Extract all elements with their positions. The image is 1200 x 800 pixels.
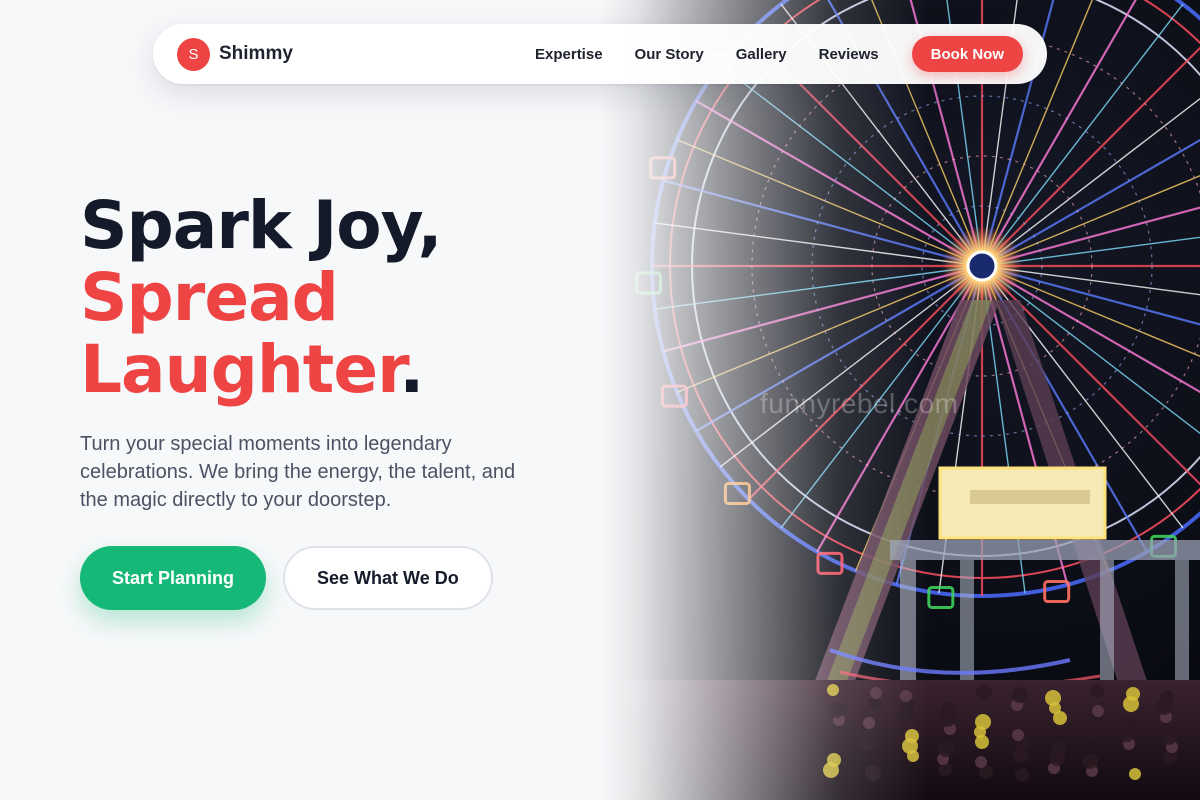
nav-links: Expertise Our Story Gallery Reviews <box>535 46 879 63</box>
brand-name: Shimmy <box>219 43 293 64</box>
headline-line-1: Spark Joy, <box>80 187 443 264</box>
nav-link-expertise[interactable]: Expertise <box>535 46 603 63</box>
nav-link-our-story[interactable]: Our Story <box>635 46 704 63</box>
hero-headline: Spark Joy, Spread Laughter. <box>80 187 443 406</box>
brand-logo-link[interactable]: S Shimmy <box>177 37 293 71</box>
hero-image-ferris-wheel: funnyrebel.com <box>600 0 1200 800</box>
book-now-button[interactable]: Book Now <box>911 36 1023 72</box>
headline-period: . <box>399 331 424 408</box>
headline-line-3: Laughter <box>80 331 400 408</box>
see-what-we-do-button[interactable]: See What We Do <box>283 546 493 610</box>
landing-page: funnyrebel.com S Shimmy Expertise Our St… <box>0 0 1200 800</box>
top-navbar: S Shimmy Expertise Our Story Gallery Rev… <box>153 24 1047 84</box>
headline-line-3-wrapper: Laughter. <box>80 334 442 406</box>
nav-link-gallery[interactable]: Gallery <box>736 46 787 63</box>
start-planning-button[interactable]: Start Planning <box>80 546 267 610</box>
hero-subtitle: Turn your special moments into legendary… <box>80 433 516 511</box>
nav-link-reviews[interactable]: Reviews <box>819 46 879 63</box>
brand-logo-badge: S <box>177 37 210 71</box>
headline-line-2: Spread <box>80 259 339 336</box>
hero-cta-row: Start Planning See What We Do <box>80 546 493 610</box>
image-watermark: funnyrebel.com <box>760 388 959 419</box>
